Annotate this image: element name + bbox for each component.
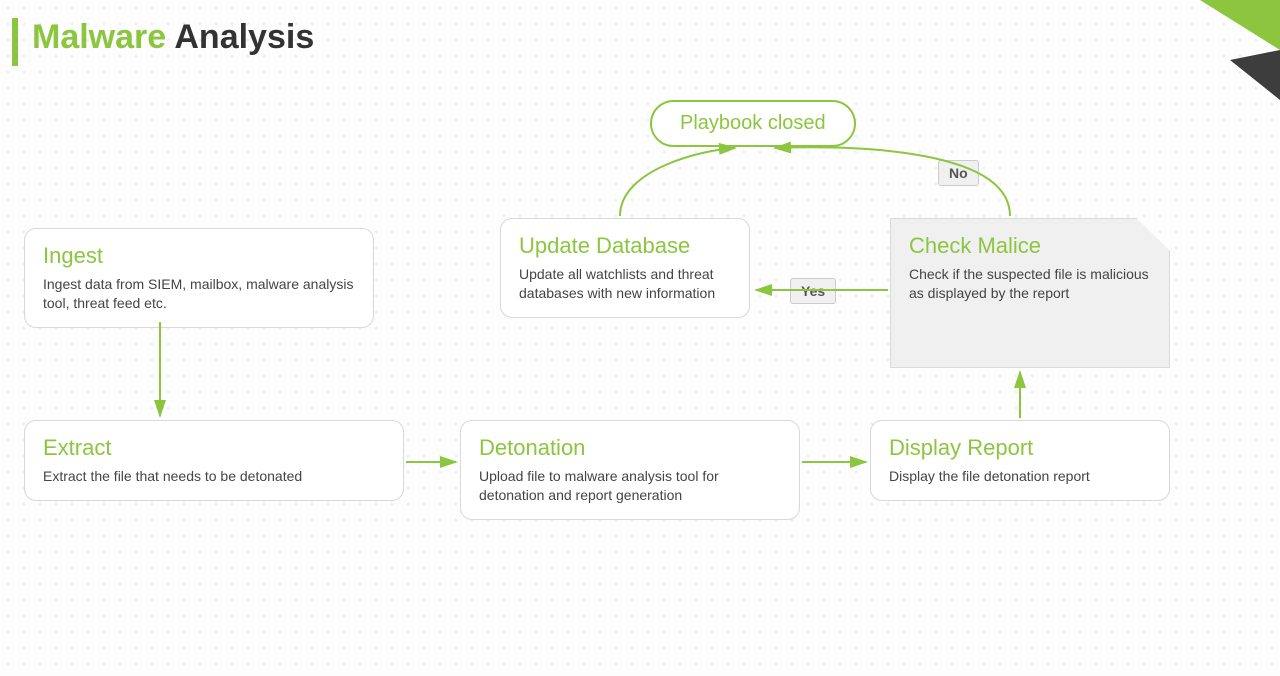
title-word-1: Malware: [32, 18, 166, 56]
node-detonation-body: Upload file to malware analysis tool for…: [479, 467, 781, 505]
node-check-title: Check Malice: [909, 233, 1151, 259]
node-extract: Extract Extract the file that needs to b…: [24, 420, 404, 501]
node-extract-body: Extract the file that needs to be detona…: [43, 467, 385, 486]
node-playbook-closed: Playbook closed: [650, 100, 856, 147]
node-display-report: Display Report Display the file detonati…: [870, 420, 1170, 501]
node-ingest-title: Ingest: [43, 243, 355, 269]
node-update-body: Update all watchlists and threat databas…: [519, 265, 731, 303]
node-display-title: Display Report: [889, 435, 1151, 461]
node-detonation: Detonation Upload file to malware analys…: [460, 420, 800, 520]
node-check-malice: Check Malice Check if the suspected file…: [890, 218, 1170, 368]
node-display-body: Display the file detonation report: [889, 467, 1151, 486]
node-detonation-title: Detonation: [479, 435, 781, 461]
node-check-body: Check if the suspected file is malicious…: [909, 265, 1151, 303]
node-update-database: Update Database Update all watchlists an…: [500, 218, 750, 318]
title-word-2: Analysis: [174, 18, 314, 56]
label-no: No: [938, 160, 979, 186]
terminal-text: Playbook closed: [680, 112, 826, 134]
node-ingest: Ingest Ingest data from SIEM, mailbox, m…: [24, 228, 374, 328]
node-extract-title: Extract: [43, 435, 385, 461]
node-update-title: Update Database: [519, 233, 731, 259]
slide-title: Malware Analysis: [32, 18, 314, 57]
label-yes: Yes: [790, 278, 836, 304]
node-ingest-body: Ingest data from SIEM, mailbox, malware …: [43, 275, 355, 313]
title-accent-bar: [12, 18, 18, 66]
corner-decoration: [1160, 0, 1280, 120]
